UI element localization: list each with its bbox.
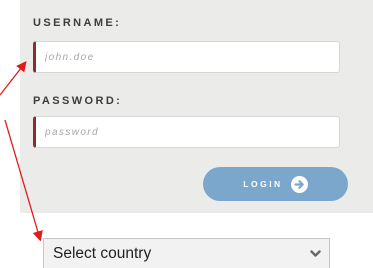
annotation-arrows	[0, 60, 43, 242]
annotation-arrow-to-country-select	[4, 119, 43, 242]
annotation-arrow-to-username	[0, 60, 27, 96]
